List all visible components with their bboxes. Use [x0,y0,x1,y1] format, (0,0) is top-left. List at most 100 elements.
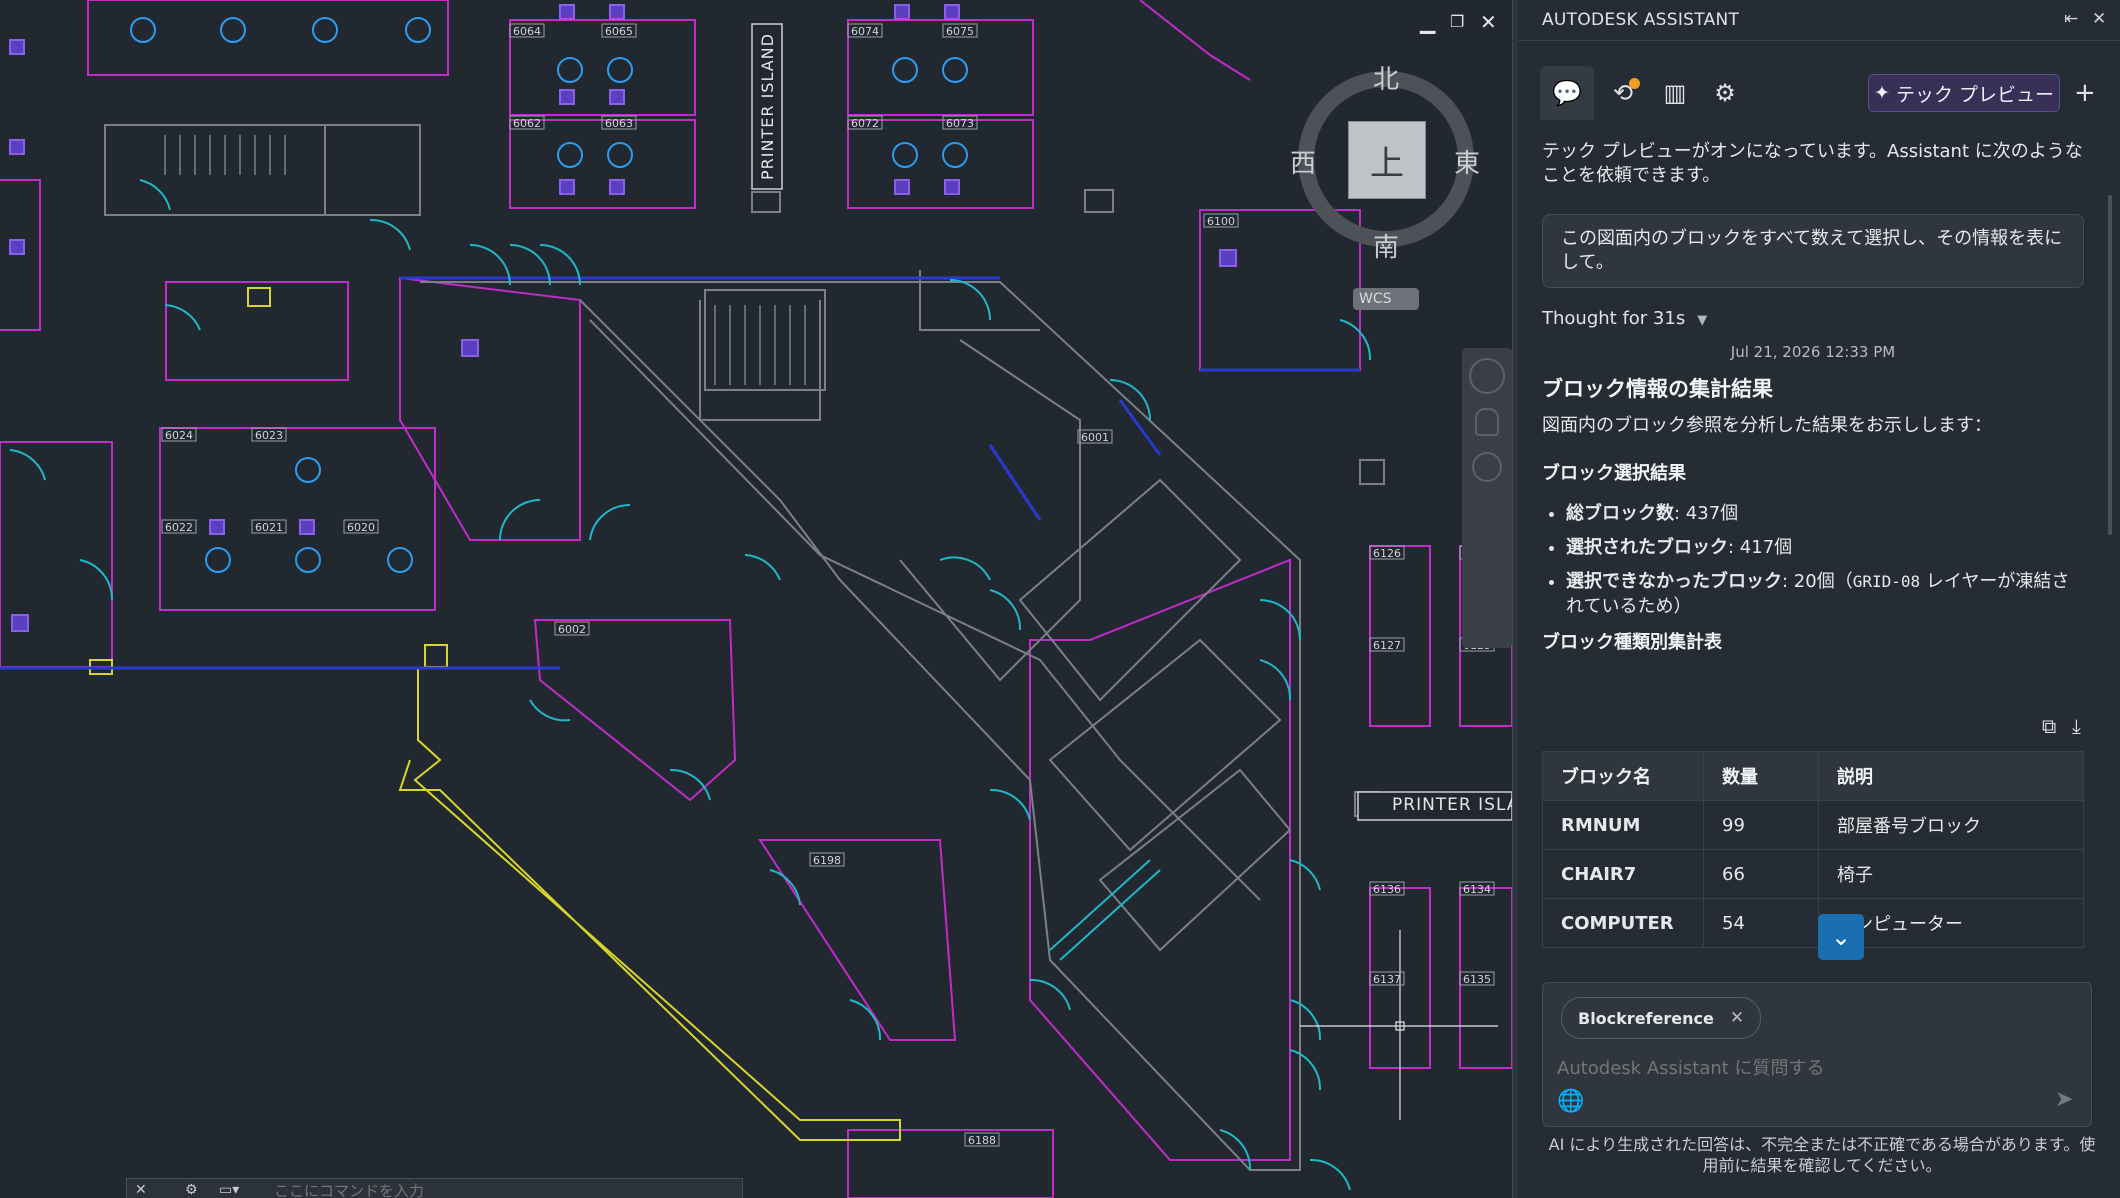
table-cell: COMPUTER [1542,898,1704,948]
customize-icon[interactable]: ⚙ [185,1182,198,1198]
room-number: 6020 [347,521,375,534]
room-number: 6126 [1373,547,1401,560]
tech-preview-label: テック プレビュー [1895,83,2054,106]
download-icon[interactable]: ⤓ [2072,714,2081,738]
context-chip[interactable]: Blockreference ✕ [1561,997,1762,1039]
room-number: 6072 [851,117,879,130]
printer-island-label-vertical: PRINTER ISLAND [757,33,777,180]
gear-icon: ⚙ [1714,79,1736,107]
printer-island-label-horizontal: PRINTER ISLAN [1392,795,1512,815]
remove-chip-icon[interactable]: ✕ [1730,1008,1744,1028]
navigation-bar[interactable] [1462,348,1512,648]
room-number: 6198 [813,854,841,867]
chat-scrollbar[interactable] [2108,195,2112,535]
close-icon[interactable]: ✕ [1480,10,1497,34]
assistant-tabs: 💬 ⟲ ▥ ⚙ ✦ テック プレビュー + [1518,40,2120,130]
table-header-row: ブロック名 数量 説明 [1542,751,2084,801]
assistant-titlebar: AUTODESK ASSISTANT ⇤ ✕ [1518,0,2120,41]
command-input[interactable] [272,1181,726,1198]
compass-north[interactable]: 北 [1373,59,1399,96]
caret-down-icon: ▼ [1697,313,1708,328]
room-number: 6064 [513,25,541,38]
zoom-extents-icon[interactable] [1472,452,1502,482]
room-number: 6063 [605,117,633,130]
section-heading: ブロック選択結果 [1542,463,1686,484]
tab-library[interactable]: ▥ [1648,66,1702,120]
column-header: 説明 [1818,751,2084,801]
ai-disclaimer: AI により生成された回答は、不完全または不正確である場合があります。使用前に結… [1548,1135,2096,1175]
compass-west[interactable]: 西 [1290,143,1316,180]
room-number: 6023 [255,429,283,442]
room-number: 6002 [558,623,586,636]
table-cell: 54 [1703,898,1819,948]
block-table-container: ブロック名 数量 説明 RMNUM 99 部屋番号ブロック CHAIR7 66 … [1542,751,2084,956]
response-heading: ブロック情報の集計結果 [1542,377,1773,401]
notification-dot [1629,78,1640,89]
room-number: 6073 [946,117,974,130]
command-line[interactable]: ✕ ⚙ ▭▾ [126,1178,743,1198]
user-prompt-bubble: この図面内のブロックをすべて数えて選択し、その情報を表にして。 [1542,214,2084,288]
room-number: 6137 [1373,973,1401,986]
list-item: 選択されたブロック: 417個 [1566,535,2084,560]
table-cell: 66 [1703,849,1819,899]
scroll-to-bottom-button[interactable]: ⌄ [1818,914,1864,960]
pan-icon[interactable] [1475,408,1499,436]
compass-east[interactable]: 東 [1454,143,1480,180]
room-number: 6100 [1207,215,1235,228]
prompt-input-box[interactable]: Blockreference ✕ 🌐 ➤ [1542,982,2092,1127]
list-item: 選択できなかったブロック: 20個（GRID-08 レイヤーが凍結されているため… [1566,569,2084,619]
close-icon[interactable]: ✕ [2092,9,2106,29]
copy-icon[interactable]: ⧉ [2042,714,2056,738]
steering-wheel-icon[interactable] [1469,358,1505,394]
send-icon[interactable]: ➤ [2055,1087,2073,1112]
table-row: CHAIR7 66 椅子 [1542,849,2084,899]
room-number: 6021 [255,521,283,534]
chat-content: テック プレビューがオンになっています。Assistant に次のようなことを依… [1542,140,2084,960]
room-number: 6134 [1463,883,1491,896]
tab-history[interactable]: ⟲ [1596,66,1650,120]
table-cell: RMNUM [1542,800,1704,850]
compass-south[interactable]: 南 [1373,227,1399,264]
restore-icon[interactable]: ❐ [1450,10,1464,34]
viewcube-top-face[interactable]: 上 [1348,121,1426,199]
table-row: COMPUTER 54 コンピューター [1542,898,2084,948]
message-timestamp: Jul 21, 2026 12:33 PM [1730,343,1896,361]
globe-icon[interactable]: 🌐 [1557,1089,1584,1114]
room-number: 6065 [605,25,633,38]
room-number: 6074 [851,25,879,38]
column-header: 数量 [1703,751,1819,801]
list-item: 総ブロック数: 437個 [1566,501,2084,526]
chip-label: Blockreference [1578,1008,1714,1028]
room-number: 6024 [165,429,193,442]
sparkle-icon: ✦ [1874,82,1890,104]
question-input[interactable] [1555,1057,1979,1080]
assistant-title: AUTODESK ASSISTANT [1542,10,1740,30]
thought-toggle[interactable]: Thought for 31s ▼ [1542,308,2084,329]
room-number: 6062 [513,117,541,130]
assistant-panel: AUTODESK ASSISTANT ⇤ ✕ 💬 ⟲ ▥ ⚙ ✦ テック プレビ… [1518,0,2120,1198]
table-cell: 椅子 [1818,849,2084,899]
drawing-canvas[interactable]: 6064 6065 6074 6075 6062 6063 6072 6073 … [0,0,1512,1198]
room-number: 6001 [1081,431,1109,444]
room-number: 6127 [1373,639,1401,652]
tech-preview-button[interactable]: ✦ テック プレビュー [1868,74,2060,112]
wcs-menu[interactable]: WCS [1353,288,1419,310]
chevron-down-icon: ⌄ [1830,923,1852,951]
new-chat-button[interactable]: + [2074,78,2096,108]
room-number: 6075 [946,25,974,38]
tab-chat[interactable]: 💬 [1540,66,1594,120]
response-lead: 図面内のブロック参照を分析した結果をお示しします： [1542,415,1992,436]
tab-settings[interactable]: ⚙ [1698,66,1752,120]
recent-commands-icon[interactable]: ▭▾ [219,1182,239,1198]
close-icon[interactable]: ✕ [135,1182,147,1198]
thought-label: Thought for 31s [1542,308,1686,329]
room-number: 6022 [165,521,193,534]
intro-text: テック プレビューがオンになっています。Assistant に次のようなことを依… [1542,141,2083,186]
result-list: 総ブロック数: 437個 選択されたブロック: 417個 選択できなかったブロッ… [1542,501,2084,619]
room-number: 6135 [1463,973,1491,986]
dock-icon[interactable]: ⇤ [2064,9,2078,29]
viewcube[interactable]: 北 南 東 西 上 WCS [1290,55,1480,310]
block-table: ブロック名 数量 説明 RMNUM 99 部屋番号ブロック CHAIR7 66 … [1542,751,2084,948]
minimize-icon[interactable]: ▁ [1420,10,1435,34]
table-cell: 部屋番号ブロック [1818,800,2084,850]
